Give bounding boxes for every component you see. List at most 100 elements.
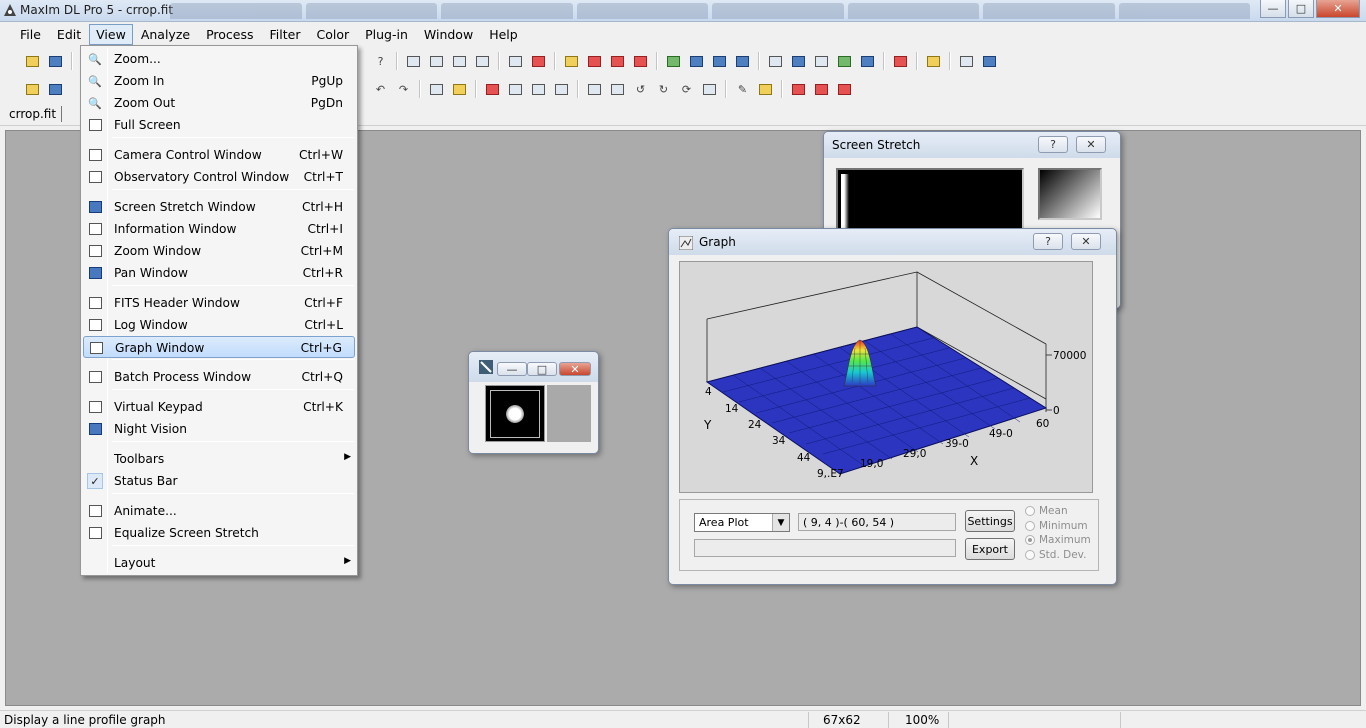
transform-icon[interactable] — [699, 79, 720, 100]
window-icon[interactable] — [765, 51, 786, 72]
screen-stretch-title-bar[interactable]: Screen Stretch ? ✕ — [824, 132, 1120, 158]
menu-item-full-screen[interactable]: Full Screen — [83, 114, 355, 136]
rotate-left-icon[interactable]: ↺ — [630, 79, 651, 100]
image-viewer[interactable] — [485, 385, 545, 442]
edit-icon[interactable] — [551, 79, 572, 100]
settings-button[interactable]: Settings — [965, 510, 1015, 532]
flat-icon[interactable] — [630, 51, 651, 72]
menu-item-information-window[interactable]: Information Window Ctrl+I — [83, 218, 355, 240]
menu-help[interactable]: Help — [481, 24, 526, 45]
menu-item-pan-window[interactable]: Pan Window Ctrl+R — [83, 262, 355, 284]
menu-item-graph-window[interactable]: Graph Window Ctrl+G — [83, 336, 355, 358]
close-image-button[interactable]: ✕ — [559, 362, 591, 376]
close-stretch-button[interactable]: ✕ — [1076, 136, 1106, 153]
menu-item-status-bar[interactable]: ✓ Status Bar — [83, 470, 355, 492]
open-icon[interactable] — [22, 51, 43, 72]
image-icon[interactable] — [788, 51, 809, 72]
bin-icon[interactable] — [449, 51, 470, 72]
tab-crrop-fit[interactable]: crrop.fit — [4, 106, 63, 122]
histogram-icon[interactable] — [663, 51, 684, 72]
menu-item-zoom-in[interactable]: 🔍 Zoom In PgUp — [83, 70, 355, 92]
menu-item-equalize-screen-stretch[interactable]: Equalize Screen Stretch — [83, 522, 355, 544]
rgb-icon[interactable] — [834, 79, 855, 100]
range-field[interactable]: ( 9, 4 )-( 60, 54 ) — [798, 513, 956, 531]
close-button[interactable]: ✕ — [1316, 0, 1360, 18]
menu-item-night-vision[interactable]: Night Vision — [83, 418, 355, 440]
minimize-button[interactable]: — — [1260, 0, 1286, 18]
image-window-title-bar[interactable]: — □ ✕ — [469, 352, 598, 382]
flip-horizontal-icon[interactable] — [584, 79, 605, 100]
menu-item-zoom-window[interactable]: Zoom Window Ctrl+M — [83, 240, 355, 262]
menu-filter[interactable]: Filter — [262, 24, 309, 45]
combine-icon[interactable] — [709, 51, 730, 72]
menu-plug-in[interactable]: Plug-in — [357, 24, 416, 45]
flip-vertical-icon[interactable] — [607, 79, 628, 100]
cut-icon[interactable] — [482, 79, 503, 100]
three-icon[interactable] — [811, 79, 832, 100]
menu-item-virtual-keypad[interactable]: Virtual Keypad Ctrl+K — [83, 396, 355, 418]
merge-icon[interactable] — [505, 79, 526, 100]
menu-analyze[interactable]: Analyze — [133, 24, 198, 45]
mirror-icon[interactable] — [472, 51, 493, 72]
dslr-icon[interactable] — [607, 51, 628, 72]
export-button[interactable]: Export — [965, 538, 1015, 560]
radio-maximum[interactable]: Maximum — [1025, 533, 1097, 548]
paste-icon[interactable] — [449, 79, 470, 100]
graph-close-button[interactable]: ✕ — [1071, 233, 1101, 250]
menu-view[interactable]: View — [89, 23, 133, 45]
menu-item-toolbars[interactable]: Toolbars ▶ — [83, 448, 355, 470]
help-button[interactable]: ? — [1038, 136, 1068, 153]
palette-icon[interactable] — [755, 79, 776, 100]
maximize-image-button[interactable]: □ — [527, 362, 557, 376]
radio-std-dev[interactable]: Std. Dev. — [1025, 548, 1097, 563]
tile-icon[interactable] — [528, 79, 549, 100]
plot-type-select[interactable]: Area Plot ▼ — [694, 513, 790, 532]
menu-file[interactable]: File — [12, 24, 49, 45]
maximize-button[interactable]: □ — [1288, 0, 1314, 18]
rotate-icon[interactable]: ⟳ — [676, 79, 697, 100]
menu-process[interactable]: Process — [198, 24, 261, 45]
copy-icon[interactable] — [505, 51, 526, 72]
menu-item-fits-header-window[interactable]: FITS Header Window Ctrl+F — [83, 292, 355, 314]
menu-window[interactable]: Window — [416, 24, 481, 45]
minimize-image-button[interactable]: — — [497, 362, 527, 376]
radio-mean[interactable]: Mean — [1025, 504, 1097, 519]
globe-icon[interactable] — [956, 51, 977, 72]
menu-item-zoom[interactable]: 🔍 Zoom... — [83, 48, 355, 70]
stop-icon[interactable] — [584, 51, 605, 72]
telescope-icon[interactable] — [979, 51, 1000, 72]
sparkle-icon[interactable] — [890, 51, 911, 72]
filter-icon[interactable] — [561, 51, 582, 72]
save-icon[interactable] — [45, 51, 66, 72]
chevron-down-icon[interactable]: ▼ — [772, 514, 789, 531]
menu-item-batch-process-window[interactable]: Batch Process Window Ctrl+Q — [83, 366, 355, 388]
menu-color[interactable]: Color — [308, 24, 357, 45]
menu-item-zoom-out[interactable]: 🔍 Zoom Out PgDn — [83, 92, 355, 114]
value-field[interactable] — [694, 539, 956, 557]
plot-area[interactable]: 70000 0 4 14 24 34 44 Y 9,.E7 19,0 29,0 … — [679, 261, 1093, 493]
copy-image-icon[interactable] — [426, 79, 447, 100]
ruler-icon[interactable] — [403, 51, 424, 72]
menu-edit[interactable]: Edit — [49, 24, 89, 45]
align-icon[interactable] — [686, 51, 707, 72]
wand-icon[interactable] — [923, 51, 944, 72]
rotate-right-icon[interactable]: ↻ — [653, 79, 674, 100]
menu-item-animate[interactable]: Animate... — [83, 500, 355, 522]
graph-title-bar[interactable]: Graph ? ✕ — [669, 229, 1116, 255]
menu-item-observatory-control-window[interactable]: Observatory Control Window Ctrl+T — [83, 166, 355, 188]
crosshair-icon[interactable] — [528, 51, 549, 72]
radio-minimum[interactable]: Minimum — [1025, 519, 1097, 534]
undo-icon[interactable]: ↶ — [370, 79, 391, 100]
menu-item-log-window[interactable]: Log Window Ctrl+L — [83, 314, 355, 336]
star-icon[interactable] — [22, 79, 43, 100]
two-icon[interactable] — [788, 79, 809, 100]
line-icon[interactable] — [857, 51, 878, 72]
crop-icon[interactable] — [426, 51, 447, 72]
curve-icon[interactable] — [811, 51, 832, 72]
histogram-display[interactable] — [836, 168, 1024, 232]
dome-icon[interactable] — [45, 79, 66, 100]
level-icon[interactable] — [834, 51, 855, 72]
graph-help-button[interactable]: ? — [1033, 233, 1063, 250]
context-help-icon[interactable]: ? — [370, 51, 391, 72]
redo-icon[interactable]: ↷ — [393, 79, 414, 100]
